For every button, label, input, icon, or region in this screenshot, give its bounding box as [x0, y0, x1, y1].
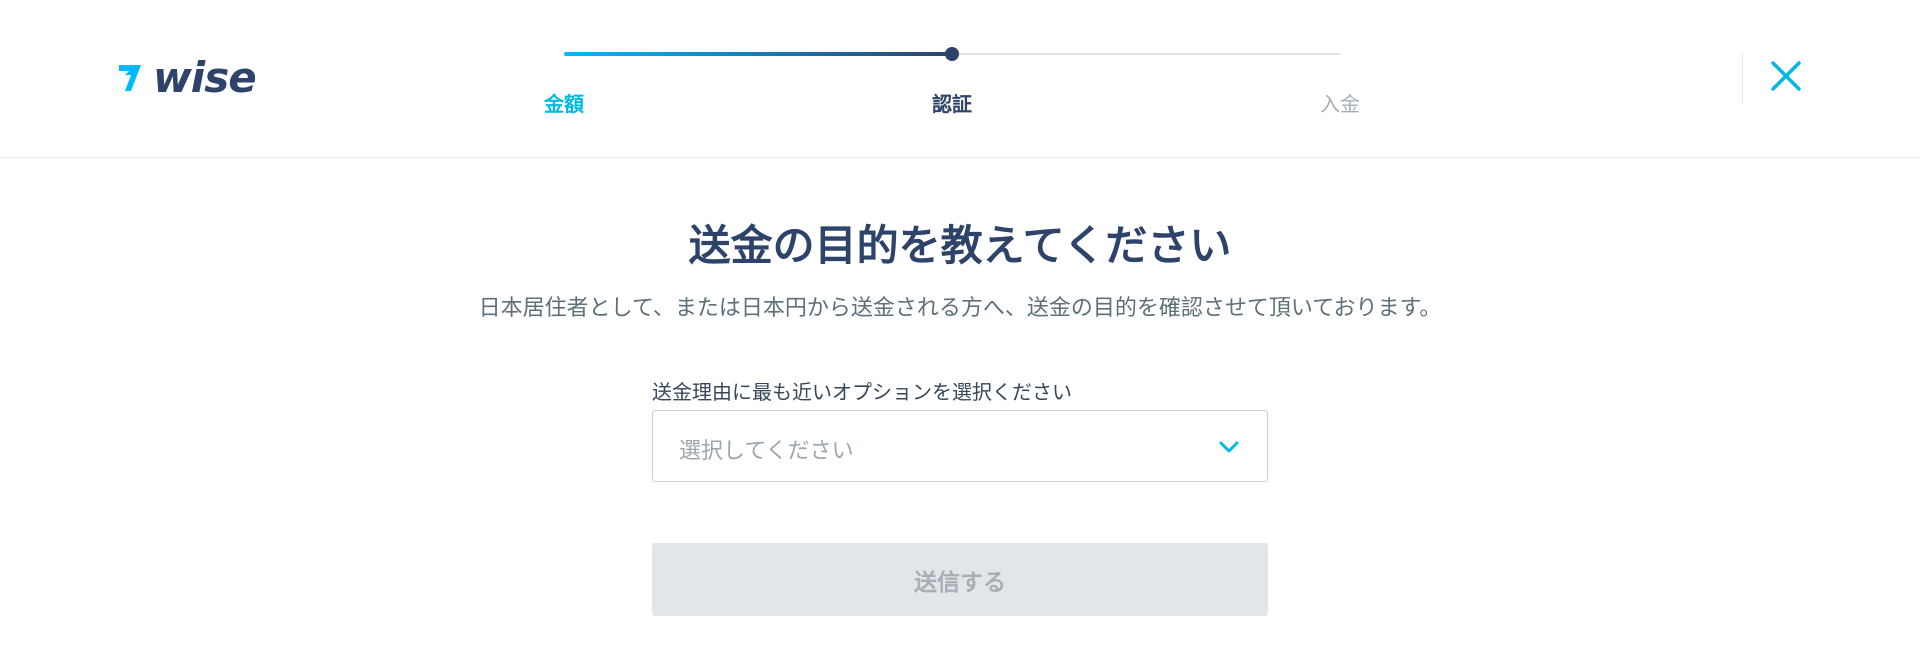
submit-button[interactable]: 送信する: [652, 543, 1268, 616]
progress-fill: [564, 52, 952, 56]
purpose-field-label: 送金理由に最も近いオプションを選択ください: [652, 380, 1072, 404]
wise-logo[interactable]: wise: [117, 53, 257, 102]
step-amount: 金額: [544, 92, 584, 116]
step-verification: 認証: [932, 92, 972, 116]
wise-flag-icon: [119, 65, 141, 91]
purpose-select[interactable]: 選択してください: [652, 410, 1268, 482]
chevron-down-icon: [1219, 441, 1239, 453]
brand-name: wise: [153, 53, 257, 102]
header-divider: [1742, 53, 1743, 103]
progress-marker: [945, 47, 959, 61]
close-icon: [1771, 61, 1801, 91]
top-header: wise 金額 認証 入金: [0, 0, 1920, 158]
step-payment: 入金: [1320, 92, 1360, 116]
page-title: 送金の目的を教えてください: [688, 221, 1232, 270]
page-description: 日本居住者として、または日本円から送金される方へ、送金の目的を確認させて頂いてお…: [478, 296, 1442, 321]
close-button[interactable]: [1768, 58, 1804, 94]
progress-stepper: [564, 47, 1340, 61]
purpose-select-placeholder: 選択してください: [679, 439, 854, 464]
